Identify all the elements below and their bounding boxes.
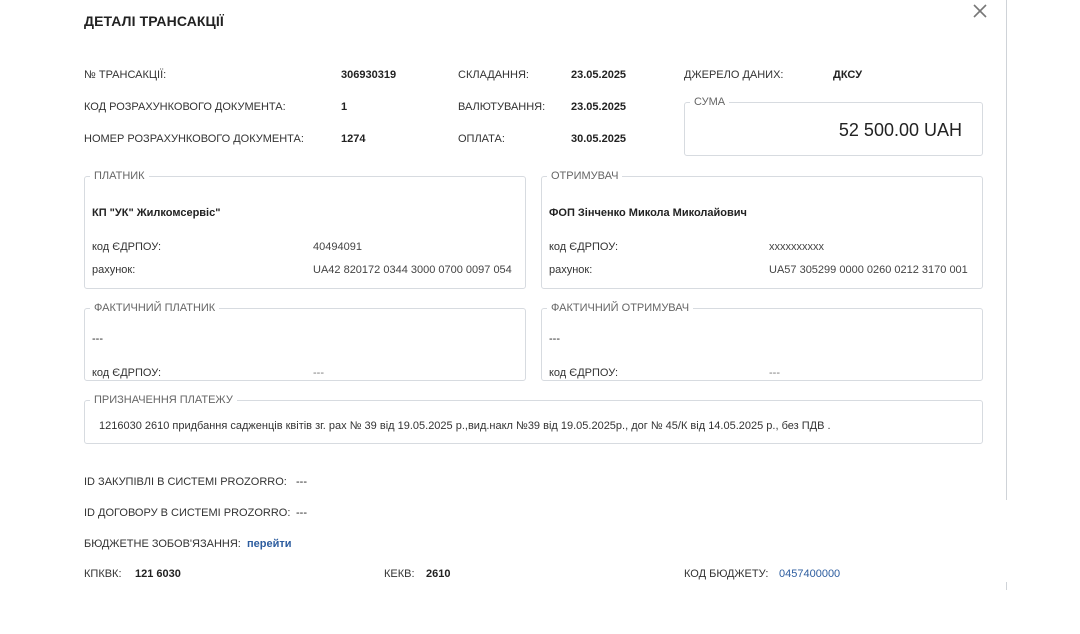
valuation-value: 23.05.2025 [571,101,627,113]
compiled-label: СКЛАДАННЯ: [458,69,529,81]
payment-purpose-legend: ПРИЗНАЧЕННЯ ПЛАТЕЖУ [94,394,233,406]
kekv-label: КЕКВ: [384,568,415,580]
transaction-number-value: 306930319 [341,69,397,81]
modal-edge-divider-lower [1006,582,1007,590]
procurement-id-value: --- [296,476,307,488]
payer-name: КП "УК" Жилкомсервіс" [92,207,221,219]
budget-code-label: КОД БЮДЖЕТУ: [684,568,769,580]
actual-payer-edrpou-value: --- [313,367,324,379]
receiver-edrpou-value: xxxxxxxxxx [769,241,824,253]
sum-value: 52 500.00 UAH [838,120,962,140]
actual-receiver-box: ФАКТИЧНИЙ ОТРИМУВАЧ --- код ЄДРПОУ: --- [541,302,983,381]
sum-box: СУМА 52 500.00 UAH [684,96,983,156]
receiver-account-value: UA57 305299 0000 0260 0212 3170 001 [769,264,968,276]
actual-payer-box: ФАКТИЧНИЙ ПЛАТНИК --- код ЄДРПОУ: --- [84,302,526,381]
payment-purpose-box: ПРИЗНАЧЕННЯ ПЛАТЕЖУ 1216030 2610 придбан… [84,394,983,444]
actual-receiver-legend: ФАКТИЧНИЙ ОТРИМУВАЧ [551,302,690,314]
kpkvk-label: КПКВК: [84,568,122,580]
transaction-number-label: № ТРАНСАКЦІЇ: [84,69,167,81]
modal-title: ДЕТАЛІ ТРАНСАКЦІЇ [84,13,224,29]
contract-id-value: --- [296,507,307,519]
kpkvk-value: 121 6030 [135,568,181,580]
payer-account-value: UA42 820172 0344 3000 0700 0097 054 [313,264,512,276]
payer-account-label: рахунок: [92,264,136,276]
receiver-legend: ОТРИМУВАЧ [551,170,619,182]
budget-obligation-link[interactable]: перейти [247,538,292,550]
payment-purpose-text: 1216030 2610 придбання саджeнців квітів … [99,420,831,432]
budget-obligation-label: БЮДЖЕТНЕ ЗОБОВ'ЯЗАННЯ: [84,538,241,550]
actual-payer-edrpou-label: код ЄДРПОУ: [92,367,162,379]
actual-receiver-edrpou-label: код ЄДРПОУ: [549,367,619,379]
transaction-details-modal: ДЕТАЛІ ТРАНСАКЦІЇ № ТРАНСАКЦІЇ: 30693031… [0,0,1007,634]
actual-payer-legend: ФАКТИЧНИЙ ПЛАТНИК [94,302,216,314]
receiver-account-label: рахунок: [549,264,593,276]
payer-edrpou-label: код ЄДРПОУ: [92,241,162,253]
doc-number-value: 1274 [341,133,366,145]
sum-legend: СУМА [694,96,726,108]
valuation-label: ВАЛЮТУВАННЯ: [458,101,546,113]
contract-id-label: ID ДОГОВОРУ В СИСТЕМІ PROZORRO: [84,507,291,519]
actual-payer-name: --- [92,333,103,345]
doc-code-value: 1 [341,101,348,113]
budget-code-value: 0457400000 [779,568,841,580]
data-source-label: ДЖЕРЕЛО ДАНИХ: [684,69,784,81]
doc-code-label: КОД РОЗРАХУНКОВОГО ДОКУМЕНТА: [84,101,286,113]
doc-number-label: НОМЕР РОЗРАХУНКОВОГО ДОКУМЕНТА: [84,133,304,145]
payer-box: ПЛАТНИК КП "УК" Жилкомсервіс" код ЄДРПОУ… [84,170,526,289]
receiver-name: ФОП Зінченко Микола Миколайович [549,207,747,219]
payer-edrpou-value: 40494091 [313,241,362,253]
receiver-edrpou-label: код ЄДРПОУ: [549,241,619,253]
payment-label: ОПЛАТА: [458,133,505,145]
receiver-box: ОТРИМУВАЧ ФОП Зінченко Микола Миколайови… [541,170,983,289]
compiled-value: 23.05.2025 [571,69,627,81]
payment-value: 30.05.2025 [571,133,627,145]
modal-edge-divider [1006,0,1007,500]
data-source-value: ДКСУ [833,69,863,81]
close-icon[interactable] [970,1,990,21]
procurement-id-label: ID ЗАКУПІВЛІ В СИСТЕМІ PROZORRO: [84,476,287,488]
actual-receiver-name: --- [549,333,560,345]
payer-legend: ПЛАТНИК [94,170,145,182]
kekv-value: 2610 [426,568,451,580]
actual-receiver-edrpou-value: --- [769,367,780,379]
